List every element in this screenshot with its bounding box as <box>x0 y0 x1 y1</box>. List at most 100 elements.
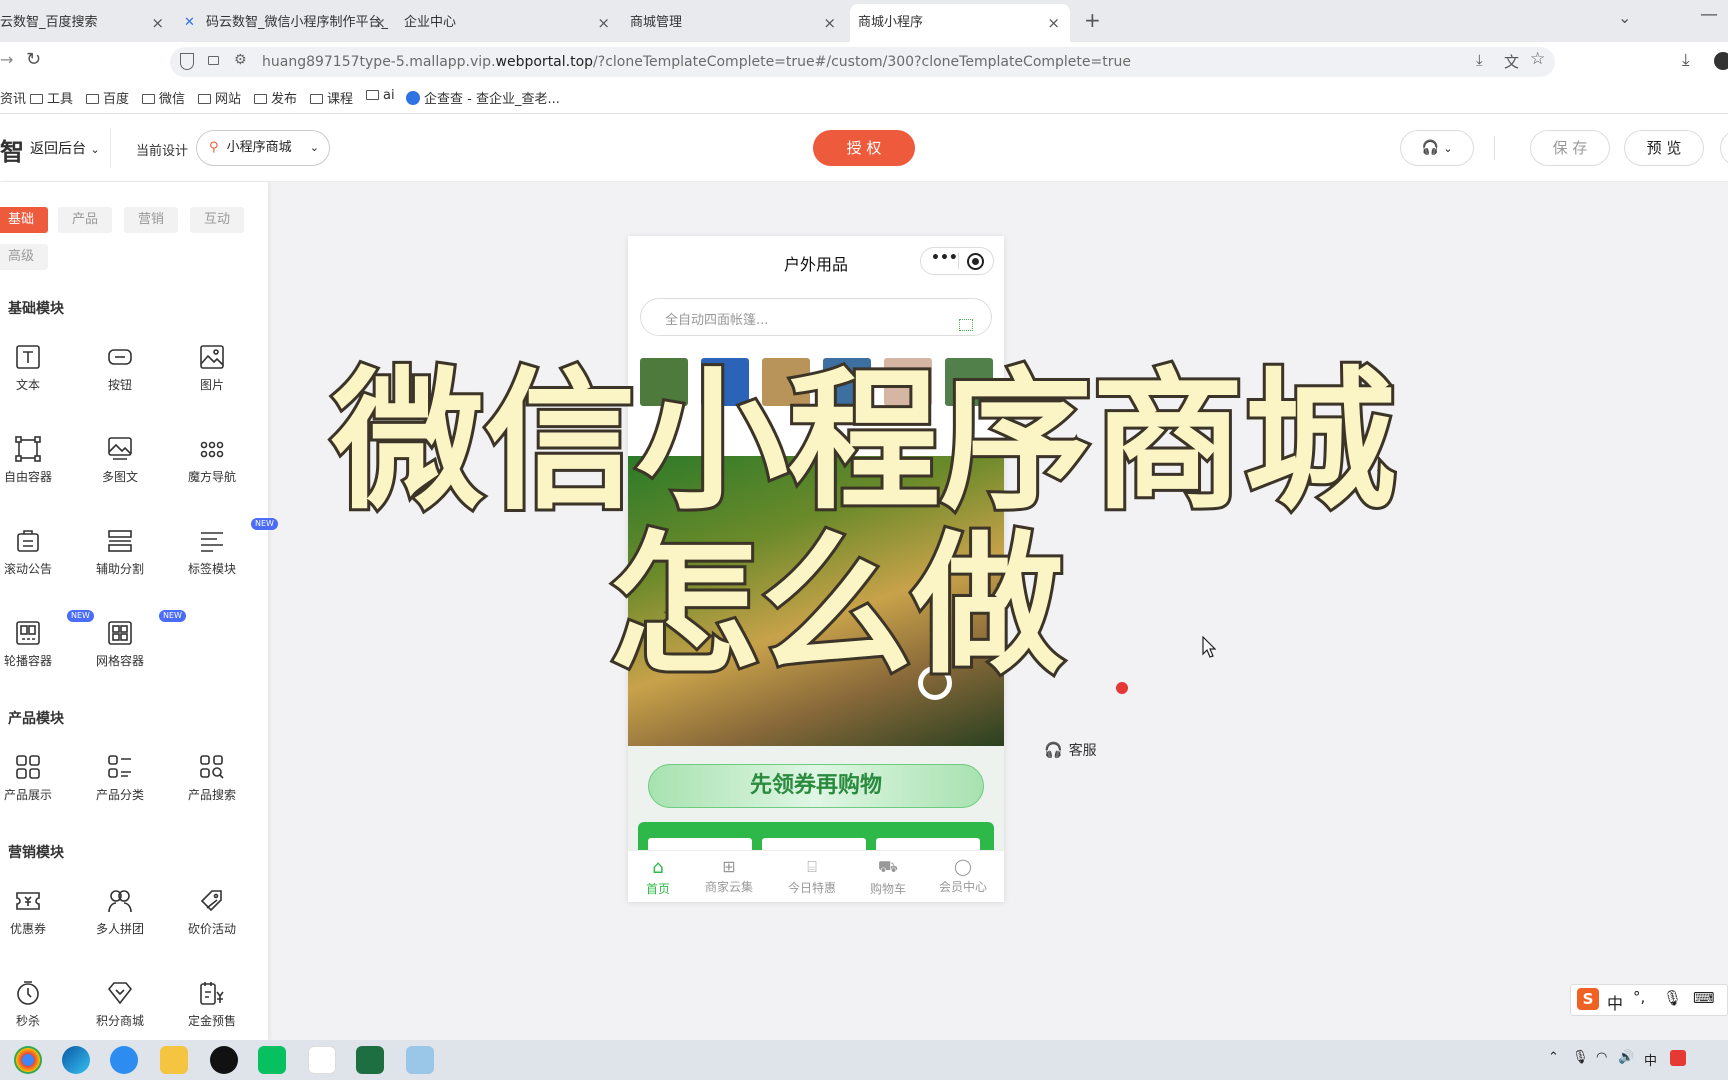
bookmark-item[interactable]: 资讯 <box>0 88 26 107</box>
edge-icon[interactable] <box>62 1046 90 1074</box>
notepad-icon[interactable] <box>406 1046 434 1074</box>
product-display-icon <box>15 754 41 780</box>
browser-tab[interactable]: ✕ 码云数智_微信小程序制作平台_ × <box>182 4 392 42</box>
brand-logo: 智 <box>0 138 24 166</box>
authorize-button[interactable]: 授 权 <box>813 130 915 166</box>
component-points-mall[interactable]: 积分商城 <box>80 980 160 1029</box>
caption-line-1: 微信小程序商城 <box>329 353 1399 530</box>
bookmark-folder[interactable]: 发布 <box>254 88 297 107</box>
bookmark-star-icon[interactable]: ☆ <box>1530 49 1545 69</box>
tab-marketing[interactable]: 营销 <box>124 207 178 233</box>
gift-icon: ⌸ <box>807 857 817 876</box>
tab-list-chevron-icon[interactable]: ⌄ <box>1618 8 1631 27</box>
browser-tab[interactable]: 商城管理 × <box>630 4 842 42</box>
component-product-display[interactable]: 产品展示 <box>0 754 68 803</box>
back-to-admin-button[interactable]: 返回后台 ⌄ <box>30 138 100 158</box>
product-search-icon <box>199 754 225 780</box>
wechat-icon[interactable] <box>258 1046 286 1074</box>
capsule-menu[interactable]: ••• <box>920 247 994 275</box>
design-select[interactable]: ⚲ 小程序商城 ⌄ <box>196 130 330 166</box>
bookmark-folder[interactable]: 网站 <box>198 88 241 107</box>
minimize-window-button[interactable]: — <box>1700 4 1718 25</box>
bookmark-folder[interactable]: ai <box>366 88 395 103</box>
tab-basic[interactable]: 基础 <box>0 207 48 233</box>
close-icon[interactable]: × <box>151 4 164 42</box>
customer-service-dropdown[interactable]: 🎧 ⌄ <box>1400 130 1474 166</box>
forward-icon[interactable]: → <box>0 50 13 69</box>
more-button[interactable] <box>1720 130 1728 166</box>
microphone-icon[interactable]: 🎙 <box>1663 989 1682 1007</box>
section-title: 基础模块 <box>8 301 64 317</box>
chrome-icon[interactable] <box>14 1046 42 1074</box>
component-product-category[interactable]: 产品分类 <box>80 754 160 803</box>
bookmark-folder[interactable]: 工具 <box>30 88 73 107</box>
volume-icon[interactable]: 🔊 <box>1618 1050 1634 1065</box>
tray-ime-lang[interactable]: 中 <box>1644 1050 1657 1069</box>
search-input[interactable]: 全自动四面帐篷... <box>640 298 992 336</box>
close-target-icon[interactable] <box>967 253 984 270</box>
preview-button[interactable]: 预 览 <box>1624 130 1704 166</box>
download-icon[interactable]: ⤓ <box>1682 50 1690 70</box>
file-explorer-icon[interactable] <box>160 1046 188 1074</box>
tabbar-item-merchants[interactable]: ⊞ 商家云集 <box>694 851 764 902</box>
tabbar-item-home[interactable]: ⌂ 首页 <box>628 851 688 902</box>
component-bargain[interactable]: 砍价活动 <box>172 888 252 937</box>
close-icon[interactable]: × <box>373 4 386 42</box>
cart-icon: ⛟ <box>877 857 899 876</box>
flash-sale-icon <box>15 980 41 1006</box>
ime-punct-toggle[interactable]: °, <box>1633 988 1645 1006</box>
close-icon[interactable]: × <box>597 4 610 42</box>
tray-chevron-up-icon[interactable]: ⌃ <box>1548 1050 1559 1065</box>
component-group-buy[interactable]: 多人拼团 <box>80 888 160 937</box>
microphone-icon[interactable]: 🎙 <box>1572 1050 1589 1065</box>
browser-app-icon[interactable] <box>110 1046 138 1074</box>
component-presale[interactable]: 定金预售 <box>172 980 252 1029</box>
bookmark-folder[interactable]: 微信 <box>142 88 185 107</box>
close-icon[interactable]: × <box>823 4 836 42</box>
profile-avatar[interactable] <box>1714 52 1728 70</box>
customer-service-float[interactable]: 🎧 客服 <box>1044 740 1097 760</box>
tab-product[interactable]: 产品 <box>58 207 112 233</box>
url-field[interactable]: ⚙ huang897157type-5.mallapp.vip.webporta… <box>170 47 1555 77</box>
app-icon[interactable] <box>308 1046 336 1074</box>
tab-interaction[interactable]: 互动 <box>190 207 244 233</box>
new-tab-button[interactable]: + <box>1084 8 1101 32</box>
close-icon[interactable]: × <box>1047 4 1060 42</box>
lock-icon <box>208 56 219 65</box>
bookmark-folder[interactable]: 百度 <box>86 88 129 107</box>
mini-program-tabbar: ⌂ 首页 ⊞ 商家云集 ⌸ 今日特惠 ⛟ 购物车 ◯ 会员中心 <box>628 850 1004 902</box>
tab-advanced[interactable]: 高级 <box>0 244 48 270</box>
keyboard-icon[interactable]: ⌨ <box>1693 989 1715 1007</box>
install-app-icon[interactable]: ⤓ <box>1476 51 1483 69</box>
component-product-search[interactable]: 产品搜索 <box>172 754 252 803</box>
bookmark-folder[interactable]: 课程 <box>310 88 353 107</box>
browser-tab[interactable]: 云数智_百度搜索 × <box>0 4 170 42</box>
save-button[interactable]: 保 存 <box>1530 130 1610 166</box>
qq-icon[interactable] <box>210 1046 238 1074</box>
section-title: 营销模块 <box>8 845 64 861</box>
shield-icon <box>180 53 194 70</box>
site-settings-icon[interactable]: ⚙ <box>234 52 247 68</box>
browser-tab[interactable]: 企业中心 × <box>404 4 616 42</box>
wifi-icon[interactable]: ◠ <box>1596 1050 1607 1065</box>
reload-icon[interactable]: ↻ <box>26 49 41 70</box>
more-dots-icon[interactable]: ••• <box>931 250 958 266</box>
excel-icon[interactable] <box>356 1046 384 1074</box>
translate-icon[interactable]: 文 <box>1504 51 1519 72</box>
tabbar-item-cart[interactable]: ⛟ 购物车 <box>858 851 918 902</box>
component-flash-sale[interactable]: 秒杀 <box>0 980 68 1029</box>
coupon-banner[interactable]: 先领券再购物 <box>648 764 984 808</box>
tabbar-item-deals[interactable]: ⌸ 今日特惠 <box>774 851 850 902</box>
sogou-ime-icon[interactable]: S <box>1577 988 1599 1010</box>
browser-tab-active[interactable]: 商城小程序 × <box>850 4 1070 42</box>
sogou-tray-icon[interactable] <box>1670 1050 1686 1066</box>
folder-icon <box>254 94 267 104</box>
headset-icon: 🎧 <box>1044 741 1063 759</box>
component-coupon[interactable]: 优惠券 <box>0 888 68 937</box>
ime-lang-toggle[interactable]: 中 <box>1607 990 1623 1014</box>
tabbar-item-member[interactable]: ◯ 会员中心 <box>928 851 998 902</box>
qr-scan-icon[interactable] <box>959 319 973 331</box>
address-bar: → ↻ ⚙ huang897157type-5.mallapp.vip.webp… <box>0 42 1728 82</box>
bookmark-item[interactable]: 企查查 - 查企业_查老... <box>406 88 560 107</box>
coupon-icon <box>15 888 41 914</box>
